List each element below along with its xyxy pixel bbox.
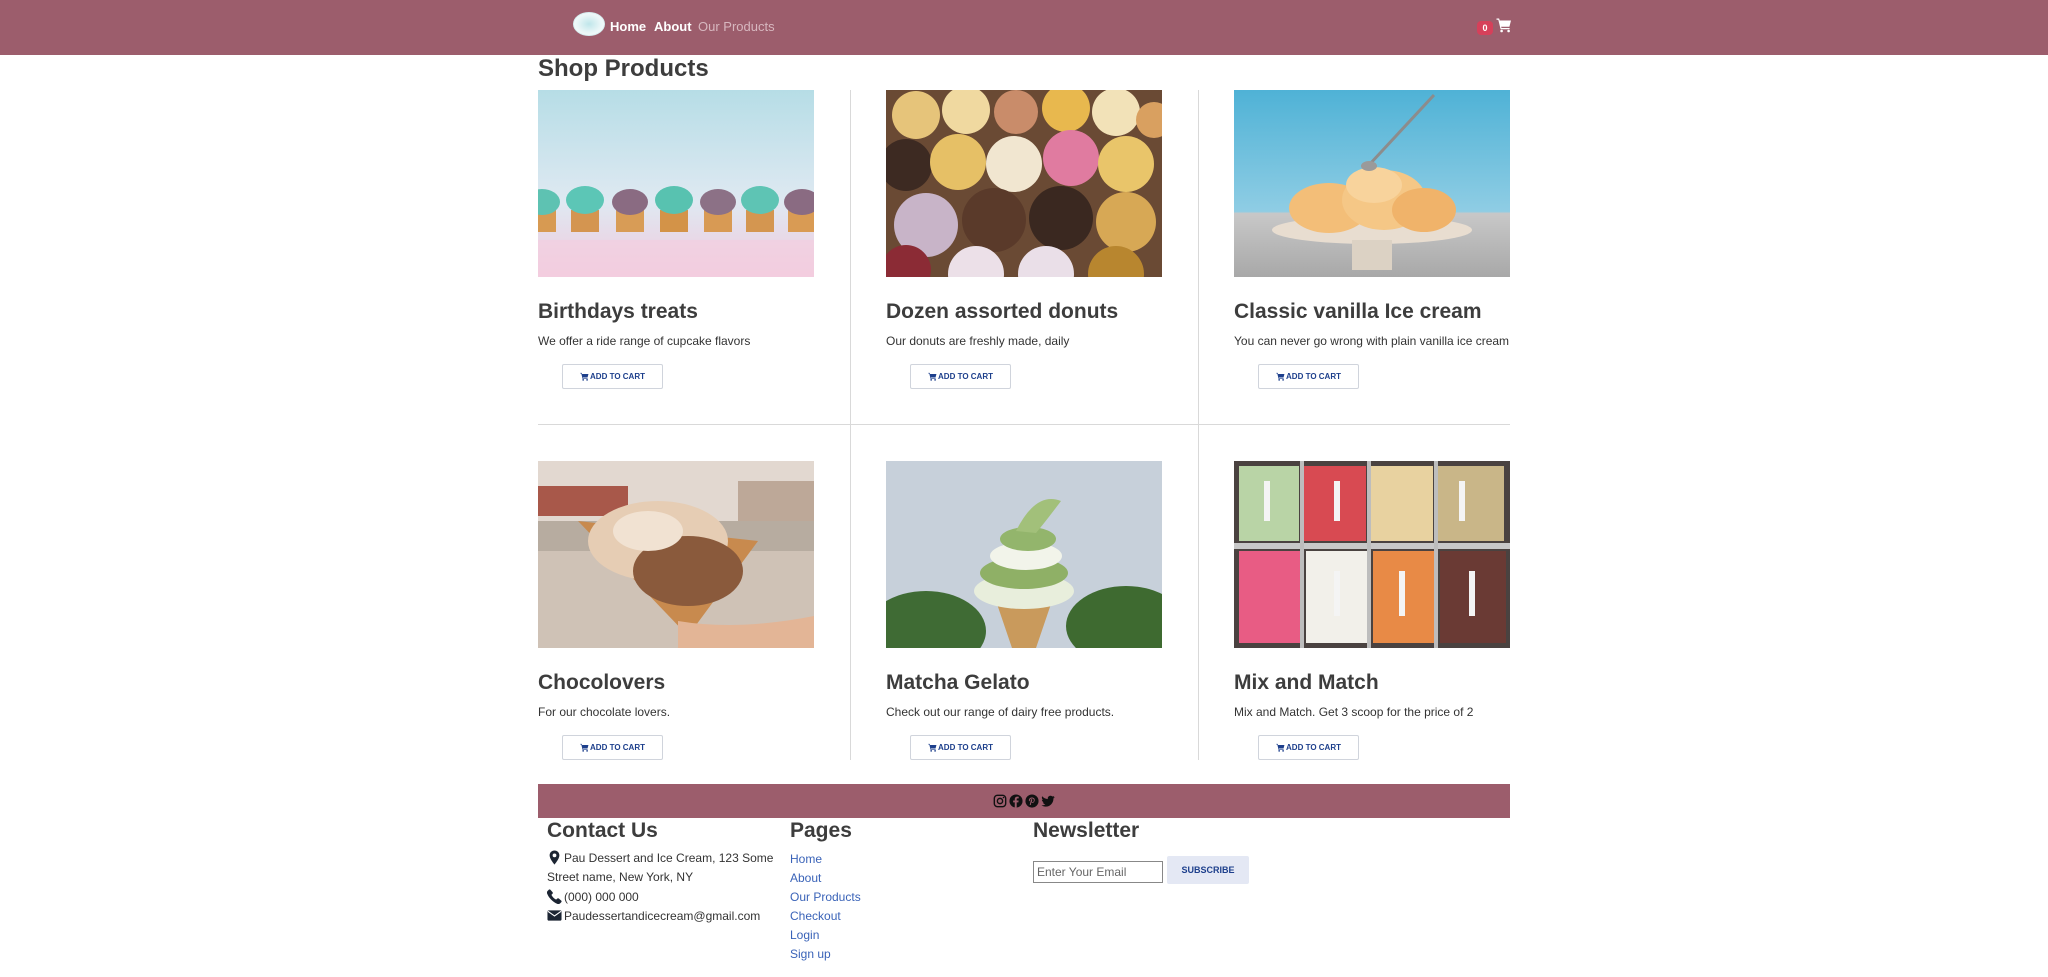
add-to-cart-button[interactable]: ADD TO CART <box>1258 364 1359 389</box>
footer-link-home[interactable]: Home <box>790 852 822 866</box>
product-image-matcha-soft-serve <box>886 461 1162 648</box>
product-description: You can never go wrong with plain vanill… <box>1234 334 1510 348</box>
newsletter-heading: Newsletter <box>1033 819 1140 842</box>
product-title: Mix and Match <box>1234 671 1379 694</box>
social-bar <box>538 784 1510 818</box>
contact-email: Paudessertandicecream@gmail.com <box>547 907 760 926</box>
product-title: Matcha Gelato <box>886 671 1030 694</box>
product-card: Classic vanilla Ice cream You can never … <box>1234 90 1582 420</box>
footer-link-about[interactable]: About <box>790 871 821 885</box>
envelope-icon <box>547 910 562 921</box>
footer-link-our-products[interactable]: Our Products <box>790 890 861 904</box>
product-description: We offer a ride range of cupcake flavors <box>538 334 751 348</box>
product-image-gelato-display <box>1234 461 1510 648</box>
shopping-cart-icon <box>928 372 937 381</box>
product-card: Matcha Gelato Check out our range of dai… <box>886 461 1234 791</box>
cart-count-badge: 0 <box>1477 21 1493 35</box>
product-image-cupcakes <box>538 90 814 277</box>
add-to-cart-button[interactable]: ADD TO CART <box>562 364 663 389</box>
nav-link-our-products[interactable]: Our Products <box>698 19 775 34</box>
product-image-chocolate-ice-cream-cone <box>538 461 814 648</box>
map-marker-icon <box>549 850 560 865</box>
add-to-cart-label: ADD TO CART <box>590 372 645 381</box>
navbar: Home About Our Products 0 <box>0 0 2048 55</box>
brand-logo[interactable] <box>573 12 605 36</box>
phone-icon <box>546 889 562 905</box>
nav-link-home[interactable]: Home <box>610 19 646 34</box>
subscribe-button[interactable]: SUBSCRIBE <box>1167 856 1249 884</box>
footer-link-sign-up[interactable]: Sign up <box>790 947 831 961</box>
twitter-icon[interactable] <box>1041 794 1055 808</box>
add-to-cart-label: ADD TO CART <box>938 743 993 752</box>
add-to-cart-button[interactable]: ADD TO CART <box>562 735 663 760</box>
shopping-cart-icon <box>580 372 589 381</box>
footer-link-login[interactable]: Login <box>790 928 819 942</box>
product-card: Birthdays treats We offer a ride range o… <box>538 90 886 420</box>
add-to-cart-label: ADD TO CART <box>1286 743 1341 752</box>
pinterest-icon[interactable] <box>1025 794 1039 808</box>
add-to-cart-label: ADD TO CART <box>590 743 645 752</box>
page-title: Shop Products <box>538 55 709 82</box>
add-to-cart-label: ADD TO CART <box>1286 372 1341 381</box>
product-title: Dozen assorted donuts <box>886 300 1119 323</box>
add-to-cart-button[interactable]: ADD TO CART <box>910 735 1011 760</box>
product-description: Check out our range of dairy free produc… <box>886 705 1115 719</box>
shopping-cart-icon[interactable] <box>1496 17 1512 33</box>
shopping-cart-icon <box>580 743 589 752</box>
contact-phone-text: (000) 000 000 <box>564 890 639 904</box>
pages-heading: Pages <box>790 819 852 842</box>
contact-heading: Contact Us <box>547 819 658 842</box>
grid-divider <box>538 424 1510 425</box>
product-card: Dozen assorted donuts Our donuts are fre… <box>886 90 1234 420</box>
shopping-cart-icon <box>928 743 937 752</box>
product-image-donuts <box>886 90 1162 277</box>
nav-link-about[interactable]: About <box>654 19 692 34</box>
newsletter-email-input[interactable] <box>1033 861 1163 883</box>
product-card: Chocolovers For our chocolate lovers. AD… <box>538 461 886 791</box>
product-image-vanilla-ice-cream <box>1234 90 1510 277</box>
product-title: Chocolovers <box>538 671 666 694</box>
shopping-cart-icon <box>1276 743 1285 752</box>
product-card: Mix and Match Mix and Match. Get 3 scoop… <box>1234 461 1582 791</box>
add-to-cart-button[interactable]: ADD TO CART <box>1258 735 1359 760</box>
add-to-cart-button[interactable]: ADD TO CART <box>910 364 1011 389</box>
shopping-cart-icon <box>1276 372 1285 381</box>
product-description: Mix and Match. Get 3 scoop for the price… <box>1234 705 1474 719</box>
product-title: Birthdays treats <box>538 300 698 323</box>
contact-address: Pau Dessert and Ice Cream, 123 Some <box>547 849 773 868</box>
contact-address-line1: Pau Dessert and Ice Cream, 123 Some <box>564 851 774 865</box>
product-title: Classic vanilla Ice cream <box>1234 300 1482 323</box>
contact-address-line2: Street name, New York, NY <box>547 870 694 884</box>
contact-phone: (000) 000 000 <box>546 888 639 907</box>
product-description: Our donuts are freshly made, daily <box>886 334 1070 348</box>
contact-email-text: Paudessertandicecream@gmail.com <box>564 909 761 923</box>
footer-link-checkout[interactable]: Checkout <box>790 909 841 923</box>
product-description: For our chocolate lovers. <box>538 705 671 719</box>
facebook-icon[interactable] <box>1009 794 1023 808</box>
add-to-cart-label: ADD TO CART <box>938 372 993 381</box>
instagram-icon[interactable] <box>993 794 1007 808</box>
